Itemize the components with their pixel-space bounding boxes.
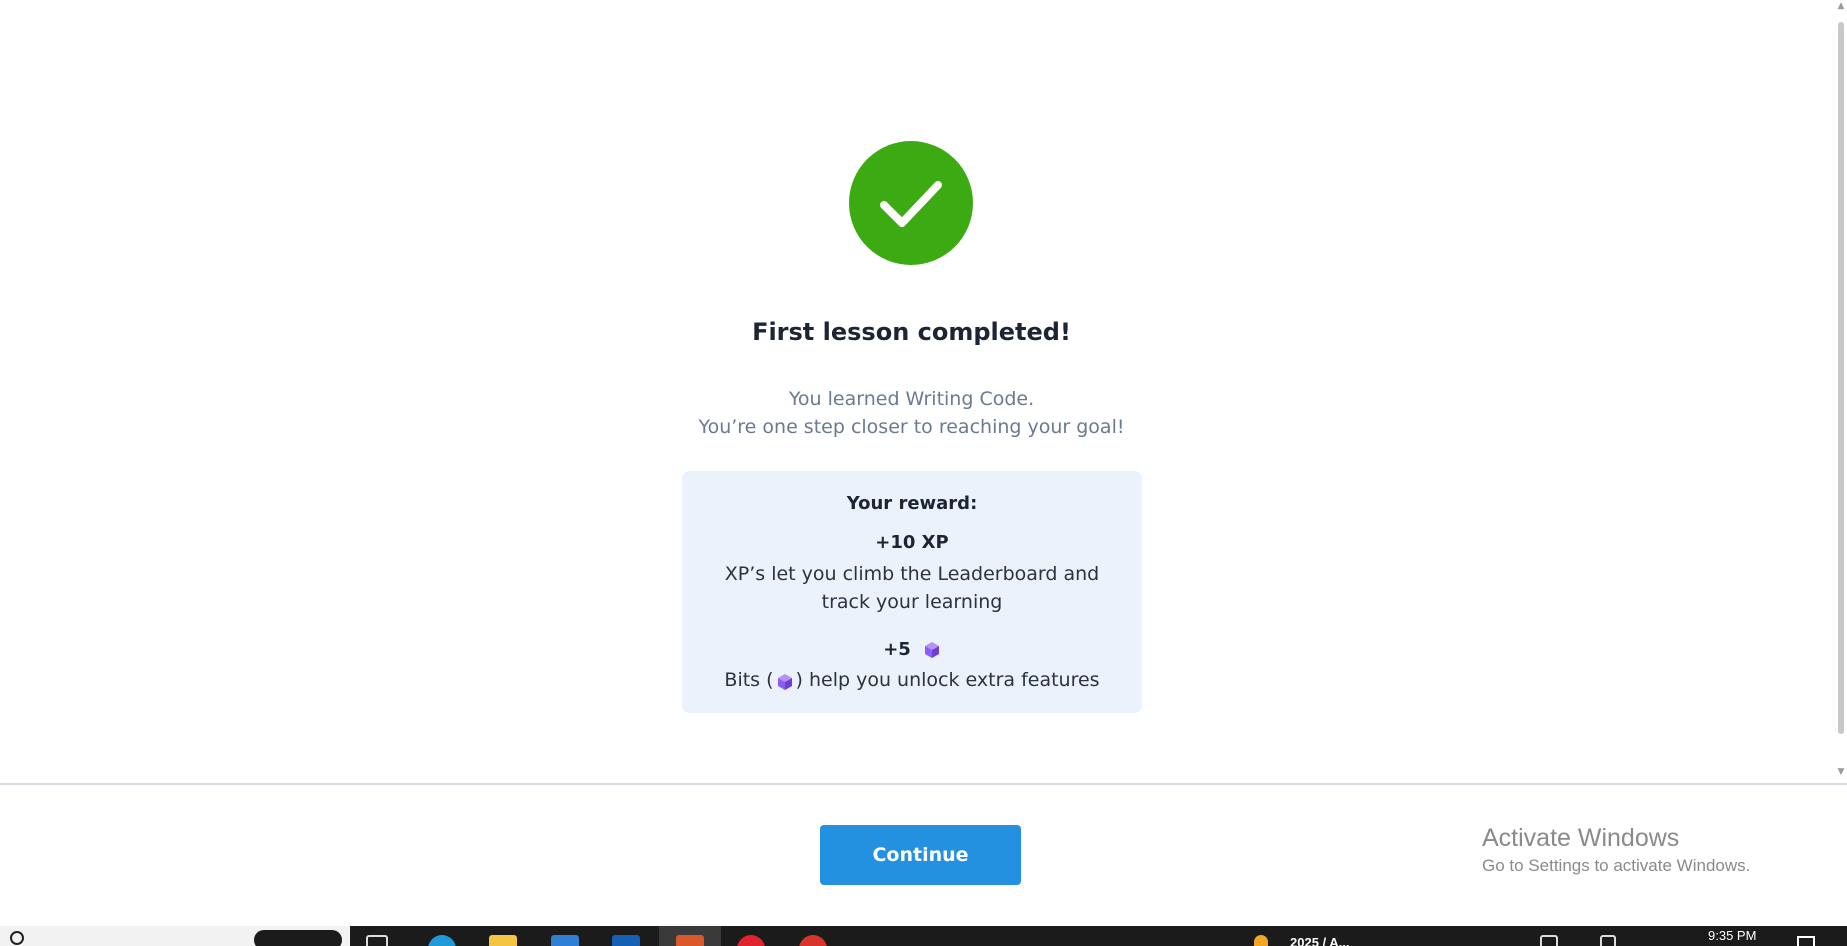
completion-title: First lesson completed! — [752, 318, 1071, 346]
xp-amount: +10 XP — [875, 532, 949, 553]
xp-description: XP’s let you climb the Leaderboard and t… — [724, 563, 1100, 613]
bits-desc-suffix: ) help you unlock extra features — [795, 669, 1100, 691]
activate-windows-watermark: Activate Windows Go to Settings to activ… — [1482, 821, 1750, 877]
bits-desc-prefix: Bits ( — [724, 669, 774, 691]
copilot-icon[interactable] — [254, 930, 342, 946]
bit-cube-icon — [923, 641, 941, 659]
completion-subtitle: You learned Writing Code. You’re one ste… — [0, 385, 1823, 441]
scrollbar-thumb[interactable] — [1838, 22, 1844, 734]
chrome-icon[interactable] — [799, 935, 827, 946]
reward-card: Your reward: +10 XP XP’s let you climb t… — [682, 471, 1142, 713]
network-icon[interactable] — [1540, 935, 1558, 946]
bits-amount: +5 — [883, 639, 911, 660]
footer: Continue Activate Windows Go to Settings… — [0, 785, 1847, 926]
watermark-title: Activate Windows — [1482, 824, 1680, 852]
bit-cube-icon — [776, 671, 794, 690]
subtitle-line-1: You learned Writing Code. — [788, 388, 1035, 410]
page: First lesson completed! You learned Writ… — [0, 0, 1847, 946]
bits-reward: +5 — [682, 639, 1142, 660]
task-view-icon[interactable] — [366, 935, 388, 946]
search-icon — [10, 931, 24, 945]
mail-icon[interactable] — [612, 935, 640, 946]
opera-icon[interactable] — [737, 935, 765, 946]
reward-heading: Your reward: — [846, 493, 978, 514]
windows-taskbar: 2025 / A... 9:35 PM — [0, 926, 1847, 946]
tray-status-text[interactable]: 2025 / A... — [1290, 935, 1350, 946]
taskbar-search-box[interactable] — [0, 926, 350, 946]
store-icon[interactable] — [551, 935, 579, 946]
edge-browser-icon[interactable] — [428, 935, 456, 946]
file-explorer-icon[interactable] — [489, 935, 517, 946]
lesson-complete-screen: First lesson completed! You learned Writ… — [0, 0, 1835, 783]
notification-icon[interactable] — [1797, 936, 1815, 946]
active-app-icon[interactable] — [676, 935, 704, 946]
vertical-scrollbar[interactable]: ▲ ▼ — [1835, 0, 1847, 783]
continue-button[interactable]: Continue — [820, 825, 1021, 885]
checkmark-icon — [849, 141, 973, 265]
volume-icon[interactable] — [1600, 935, 1616, 946]
scroll-up-icon[interactable]: ▲ — [1837, 2, 1845, 11]
weather-icon[interactable] — [1254, 935, 1268, 946]
taskbar-clock[interactable]: 9:35 PM — [1708, 928, 1756, 943]
watermark-subtitle: Go to Settings to activate Windows. — [1482, 856, 1751, 875]
subtitle-line-2: You’re one step closer to reaching your … — [698, 416, 1125, 438]
bits-description: Bits ( ) help you unlock extra features — [682, 666, 1142, 694]
scroll-down-icon[interactable]: ▼ — [1837, 768, 1845, 777]
